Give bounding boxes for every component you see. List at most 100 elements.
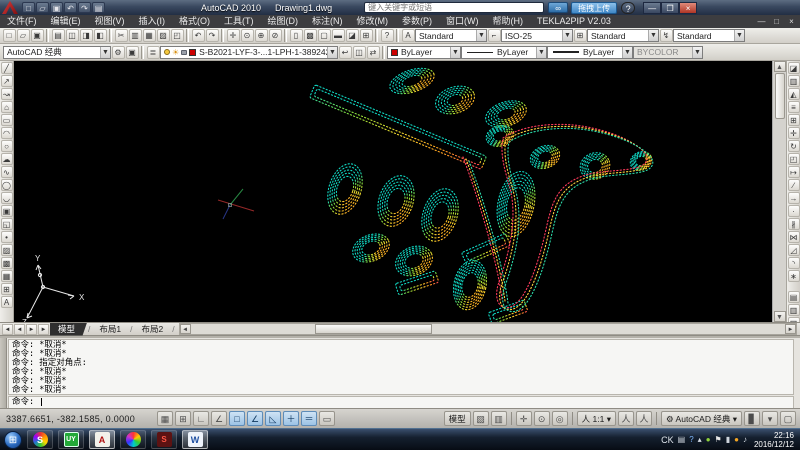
status-toggle-ducs[interactable]: ◺ [265,411,281,426]
construction-line-icon[interactable]: ↗ [1,75,13,87]
revision-cloud-icon[interactable]: ☁ [1,153,13,165]
status-toggle-otrack[interactable]: ∠ [247,411,263,426]
tab-nav-2[interactable]: ► [26,324,37,335]
block-editor-icon[interactable]: ◰ [171,29,184,42]
rotate-icon[interactable]: ↻ [788,140,800,152]
drawing-canvas[interactable]: YXZ [14,61,772,322]
join-icon[interactable]: ⋈ [788,231,800,243]
tray-keyboard-icon[interactable]: ▤ [678,435,686,444]
mirror-icon[interactable]: ◭ [788,88,800,100]
chevron-down-icon[interactable]: ▼ [622,47,632,58]
autocad-logo-icon[interactable] [2,1,18,14]
vertical-scrollbar[interactable]: ▲ ▼ [772,61,786,322]
move-icon[interactable]: ✛ [788,127,800,139]
save-icon[interactable]: ▣ [31,29,44,42]
text-style-combo[interactable]: Standard ▼ [415,29,487,42]
taskbar-app-autocad[interactable]: A [89,430,115,449]
taskbar-clock[interactable]: 22:16 2016/12/12 [754,431,794,449]
status-menu-icon[interactable]: ▾ [762,411,778,426]
status-toggle-lwt[interactable]: ＝ [301,411,317,426]
save-icon[interactable]: ▣ [50,2,63,13]
menu-item-dimension[interactable]: 标注(N) [305,15,350,28]
annotation-visibility-icon[interactable]: 人 [618,411,634,426]
spline-icon[interactable]: ∿ [1,166,13,178]
polygon-icon[interactable]: ⌂ [1,101,13,113]
steering-wheel-icon[interactable]: ◎ [552,411,568,426]
tray-alert-dot-icon[interactable]: ● [734,435,739,444]
mleader-style-combo[interactable]: Standard ▼ [673,29,745,42]
line-icon[interactable]: ╱ [1,62,13,74]
model-space-button[interactable]: 模型 [444,411,471,426]
menu-item-window[interactable]: 窗口(W) [439,15,486,28]
undo-icon[interactable]: ↶ [64,2,77,13]
sheet-set-icon[interactable]: ▬ [332,29,345,42]
command-window-grip[interactable] [0,338,7,410]
taskbar-app-word[interactable]: W [182,430,208,449]
paste-icon[interactable]: ▦ [143,29,156,42]
minimize-button[interactable]: — [643,2,661,14]
pan-icon[interactable]: ✛ [516,411,532,426]
workspace-save-icon[interactable]: ▣ [126,46,139,59]
circle-icon[interactable]: ○ [1,140,13,152]
new-icon[interactable]: □ [3,29,16,42]
annotation-scale-button[interactable]: 人 1:1 ▾ [577,411,616,426]
chevron-down-icon[interactable]: ▼ [648,30,658,41]
redo-icon[interactable]: ↷ [206,29,219,42]
tab-nav-3[interactable]: ► [38,324,49,335]
menu-item-parametric[interactable]: 参数(P) [395,15,439,28]
tab-nav-1[interactable]: ◄ [14,324,25,335]
table-style-combo[interactable]: Standard ▼ [587,29,659,42]
cut-icon[interactable]: ✂ [115,29,128,42]
trim-icon[interactable]: ∕ [788,179,800,191]
drawing-quickview-icon[interactable]: ▥ [491,411,507,426]
command-window[interactable]: 命令: *取消*命令: *取消*命令: 指定对角点:命令: *取消*命令: *取… [0,336,800,408]
plot-icon[interactable]: ▤ [52,29,65,42]
menu-item-help[interactable]: 帮助(H) [486,15,531,28]
scroll-right-icon[interactable]: ► [785,324,796,334]
stretch-icon[interactable]: ↦ [788,166,800,178]
zoom-realtime-icon[interactable]: ⊙ [241,29,254,42]
upload-button[interactable]: 拖拽上传 [571,2,617,14]
status-toggle-polar[interactable]: ∠ [211,411,227,426]
chevron-down-icon[interactable]: ▼ [327,47,337,58]
status-toggle-osnap[interactable]: □ [229,411,245,426]
rectangle-icon[interactable]: ▭ [1,114,13,126]
vertical-scroll-thumb[interactable] [775,73,785,119]
menu-item-insert[interactable]: 插入(I) [132,15,173,28]
copy-icon[interactable]: ▥ [788,75,800,87]
mleader-style-icon[interactable]: ↯ [660,29,673,42]
chevron-down-icon[interactable]: ▼ [536,47,546,58]
3d-dwf-icon[interactable]: ◧ [94,29,107,42]
autoscale-icon[interactable]: 人 [636,411,652,426]
tab-model[interactable]: 模型 [50,323,87,336]
layer-lock-icon[interactable] [181,50,187,55]
layer-previous-icon[interactable]: ↩ [339,46,352,59]
design-center-icon[interactable]: ▩ [304,29,317,42]
clean-screen-icon[interactable]: ▢ [780,411,796,426]
open-icon[interactable]: ▱ [17,29,30,42]
communication-center-icon[interactable]: ∞ [548,2,568,13]
search-input[interactable] [364,2,544,13]
menu-item-draw[interactable]: 绘图(D) [261,15,306,28]
dim-style-combo[interactable]: ISO-25 ▼ [501,29,573,42]
taskbar-app-uy-player[interactable]: UY [58,430,84,449]
taskbar-app-tekla[interactable]: S [151,430,177,449]
open-icon[interactable]: ▱ [36,2,49,13]
layer-states-icon[interactable]: ⇄ [367,46,380,59]
horizontal-scrollbar[interactable]: ◄ ► [179,323,797,335]
status-toggle-dyn[interactable]: ＋ [283,411,299,426]
taskbar-app-color-wheel[interactable] [120,430,146,449]
layer-manager-icon[interactable]: ≣ [147,46,160,59]
workspace-settings-icon[interactable]: ⚙ [112,46,125,59]
menu-item-file[interactable]: 文件(F) [0,15,44,28]
ellipse-arc-icon[interactable]: ◡ [1,192,13,204]
menu-item-view[interactable]: 视图(V) [88,15,132,28]
match-properties-icon[interactable]: ▨ [157,29,170,42]
redo-icon[interactable]: ↷ [78,2,91,13]
tray-help-bubble-icon[interactable]: ? [689,435,693,444]
color-combo[interactable]: ByLayer ▼ [387,46,461,59]
menu-item-tools[interactable]: 工具(T) [217,15,261,28]
zoom-window-icon[interactable]: ⊕ [255,29,268,42]
start-button[interactable]: ⊞ [4,431,22,449]
break-at-point-icon[interactable]: · [788,205,800,217]
